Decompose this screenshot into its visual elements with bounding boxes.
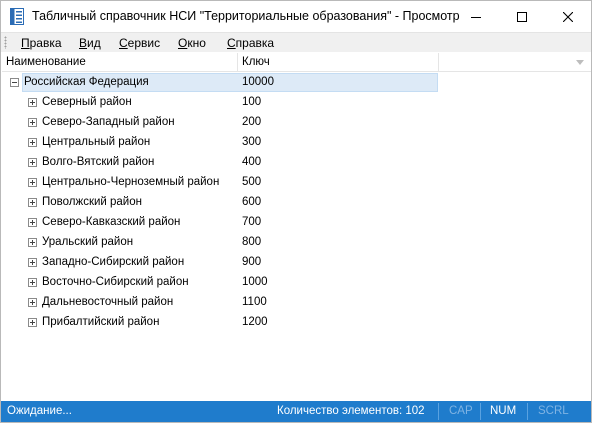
- tree-item-name: Российская Федерация: [24, 76, 149, 88]
- tree-item-name: Западно-Сибирский район: [42, 256, 185, 268]
- expand-icon[interactable]: [28, 258, 37, 267]
- minimize-button[interactable]: [453, 1, 499, 32]
- menu-service-label: ервис: [127, 36, 161, 50]
- menu-view[interactable]: Вид: [79, 36, 101, 50]
- menu-edit-accel: П: [21, 36, 30, 50]
- tree-item-key: 900: [242, 256, 262, 268]
- tree-row[interactable]: Поволжский район 600: [2, 193, 591, 213]
- status-divider: [527, 403, 528, 420]
- tree-item-name: Центральный район: [42, 136, 151, 148]
- tree-item-key: 300: [242, 136, 262, 148]
- tree-row[interactable]: Восточно-Сибирский район 1000: [2, 273, 591, 293]
- tree-item-name: Прибалтийский район: [42, 316, 160, 328]
- close-button[interactable]: [545, 1, 591, 32]
- tree-item-key: 100: [242, 96, 262, 108]
- status-divider: [480, 403, 481, 420]
- tree-row[interactable]: Северо-Кавказский район 700: [2, 213, 591, 233]
- tree-item-name: Северный район: [42, 96, 132, 108]
- document-table-icon: [10, 8, 24, 25]
- maximize-button[interactable]: [499, 1, 545, 32]
- menu-window[interactable]: Окно: [178, 36, 206, 50]
- window-title: Табличный справочник НСИ "Территориальны…: [32, 9, 460, 23]
- menu-window-label: кно: [187, 36, 206, 50]
- collapse-icon[interactable]: [10, 78, 19, 87]
- scroll-lock-indicator: SCRL: [538, 405, 569, 417]
- menu-window-accel: О: [178, 36, 188, 50]
- status-divider: [438, 403, 439, 420]
- num-lock-indicator: NUM: [490, 405, 517, 417]
- expand-icon[interactable]: [28, 158, 37, 167]
- menu-service-accel: С: [119, 36, 128, 50]
- expand-icon[interactable]: [28, 298, 37, 307]
- tree-item-name: Северо-Западный район: [42, 116, 175, 128]
- toolbar-grip[interactable]: [4, 36, 7, 49]
- expand-icon[interactable]: [28, 198, 37, 207]
- tree-item-key: 600: [242, 196, 262, 208]
- menu-edit[interactable]: Правка: [21, 36, 62, 50]
- minimize-icon: [471, 16, 481, 18]
- tree-item-key: 200: [242, 116, 262, 128]
- column-divider[interactable]: [438, 53, 439, 72]
- tree-item-key: 500: [242, 176, 262, 188]
- close-icon: [563, 11, 573, 22]
- tree-row[interactable]: Северо-Западный район 200: [2, 113, 591, 133]
- tree-row[interactable]: Центральный район 300: [2, 133, 591, 153]
- expand-icon[interactable]: [28, 278, 37, 287]
- maximize-icon: [517, 11, 527, 22]
- tree-row[interactable]: Волго-Вятский район 400: [2, 153, 591, 173]
- caps-lock-indicator: CAP: [449, 405, 473, 417]
- tree-item-key: 700: [242, 216, 262, 228]
- tree-item-key: 400: [242, 156, 262, 168]
- tree-row[interactable]: Уральский район 800: [2, 233, 591, 253]
- tree-item-key: 1000: [242, 276, 268, 288]
- menu-help-accel: С: [227, 36, 236, 50]
- column-divider[interactable]: [237, 53, 238, 72]
- menu-service[interactable]: Сервис: [119, 36, 160, 50]
- status-message: Ожидание...: [7, 405, 72, 417]
- column-header-name[interactable]: Наименование: [6, 56, 86, 68]
- menu-help-label: правка: [235, 36, 275, 50]
- expand-icon[interactable]: [28, 178, 37, 187]
- tree-item-name: Поволжский район: [42, 196, 142, 208]
- tree-view[interactable]: Российская Федерация 10000 Северный райо…: [2, 73, 591, 401]
- element-count: Количество элементов: 102: [277, 405, 425, 417]
- chevron-down-icon[interactable]: [576, 60, 584, 65]
- tree-row[interactable]: Прибалтийский район 1200: [2, 313, 591, 333]
- tree-item-key: 1100: [242, 296, 267, 308]
- menu-view-accel: В: [79, 36, 88, 50]
- main-window: Табличный справочник НСИ "Территориальны…: [0, 0, 592, 423]
- tree-item-name: Центрально-Черноземный район: [42, 176, 220, 188]
- tree-row[interactable]: Северный район 100: [2, 93, 591, 113]
- tree-item-key: 10000: [242, 76, 274, 88]
- expand-icon[interactable]: [28, 98, 37, 107]
- menu-edit-label: равка: [29, 36, 62, 50]
- tree-row[interactable]: Центрально-Черноземный район 500: [2, 173, 591, 193]
- tree-row[interactable]: Западно-Сибирский район 900: [2, 253, 591, 273]
- tree-item-name: Восточно-Сибирский район: [42, 276, 189, 288]
- expand-icon[interactable]: [28, 238, 37, 247]
- expand-icon[interactable]: [28, 318, 37, 327]
- menu-view-label: ид: [87, 36, 101, 50]
- column-header-key[interactable]: Ключ: [242, 56, 270, 68]
- tree-item-name: Северо-Кавказский район: [42, 216, 181, 228]
- menu-help[interactable]: Справка: [227, 36, 274, 50]
- tree-item-name: Дальневосточный район: [42, 296, 174, 308]
- tree-row-root[interactable]: Российская Федерация 10000: [2, 73, 591, 93]
- expand-icon[interactable]: [28, 138, 37, 147]
- column-header: Наименование Ключ: [2, 53, 591, 72]
- tree-item-name: Волго-Вятский район: [42, 156, 155, 168]
- tree-row[interactable]: Дальневосточный район 1100: [2, 293, 591, 313]
- status-bar: Ожидание... Количество элементов: 102 CA…: [1, 401, 591, 422]
- expand-icon[interactable]: [28, 118, 37, 127]
- expand-icon[interactable]: [28, 218, 37, 227]
- tree-item-key: 1200: [242, 316, 268, 328]
- title-bar[interactable]: Табличный справочник НСИ "Территориальны…: [1, 1, 591, 32]
- tree-item-key: 800: [242, 236, 262, 248]
- tree-item-name: Уральский район: [42, 236, 134, 248]
